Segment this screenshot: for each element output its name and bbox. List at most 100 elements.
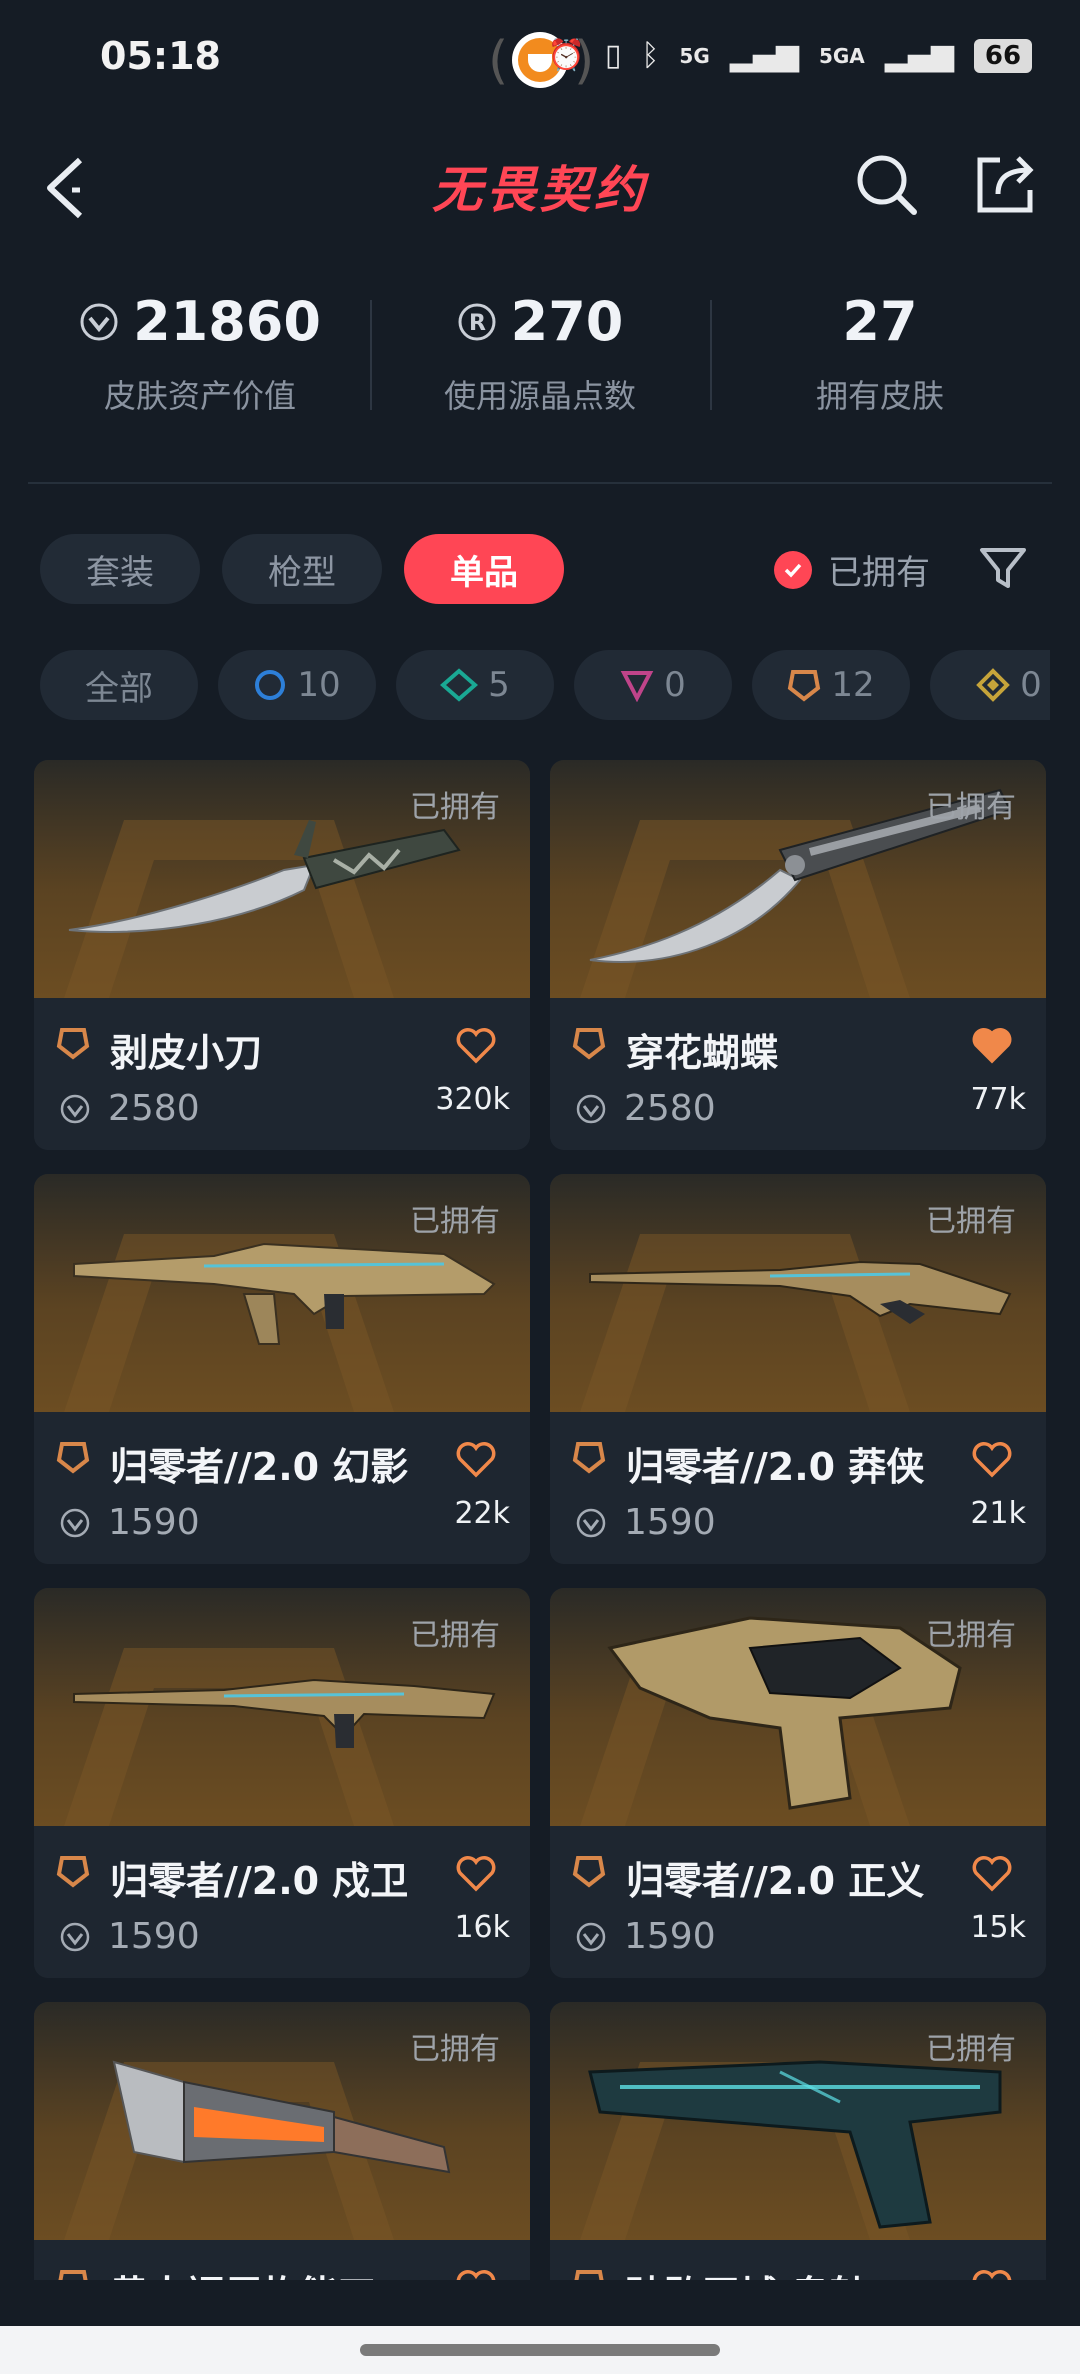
heart-icon[interactable] — [972, 2270, 1012, 2280]
bluetooth-icon: ᛒ — [641, 38, 660, 73]
chip-select-tier[interactable]: 10 — [218, 650, 376, 720]
stat-value: 270 — [510, 290, 624, 353]
skin-image: 已拥有 — [34, 760, 530, 998]
divider — [28, 482, 1052, 484]
stat-radianite: R 270 使用源晶点数 — [370, 280, 710, 430]
owned-label: 已拥有 — [410, 1204, 500, 1239]
vp-icon — [576, 1508, 606, 1538]
skin-card[interactable]: 已拥有 破败王城 鬼魅 — [550, 2002, 1046, 2280]
skin-price: 1590 — [624, 1502, 716, 1543]
check-icon — [774, 550, 812, 589]
skin-info: 穿花蝴蝶 2580 77k — [550, 998, 1046, 1150]
heart-icon[interactable] — [972, 1856, 1012, 1892]
like-count: 16k — [454, 1910, 510, 1945]
skin-card[interactable]: 已拥有 归零者//2.0 幻影 1590 22k — [34, 1174, 530, 1564]
tab-bundles[interactable]: 套装 — [40, 534, 200, 604]
exclusive-tier-icon — [574, 2270, 604, 2280]
battery-icon: 66 — [974, 38, 1032, 73]
vp-icon — [576, 1094, 606, 1124]
vibrate-icon: ▯ — [604, 38, 622, 73]
chip-all[interactable]: 全部 — [40, 650, 198, 720]
like-count: 77k — [970, 1082, 1026, 1117]
skin-image: 已拥有 — [550, 760, 1046, 998]
owned-label: 已拥有 — [926, 790, 1016, 825]
stats-summary: 21860 皮肤资产价值 R 270 使用源晶点数 27 拥有皮肤 — [30, 280, 1050, 430]
chip-count: 0 — [664, 665, 686, 705]
chip-label: 全部 — [85, 668, 153, 709]
skin-image: 已拥有 — [550, 1174, 1046, 1412]
owned-label: 已拥有 — [410, 2032, 500, 2067]
home-indicator[interactable] — [360, 2344, 720, 2356]
skin-price: 1590 — [624, 1916, 716, 1957]
skin-price: 2580 — [624, 1088, 716, 1129]
category-tabs: 套装 枪型 单品 — [40, 534, 564, 604]
signal-5ga-icon: 5GA — [818, 43, 865, 68]
skin-price: 2580 — [108, 1088, 200, 1129]
melee-image — [112, 2060, 451, 2174]
exclusive-tier-icon — [572, 1028, 606, 1060]
alarm-icon: ⏰ — [547, 38, 585, 73]
tier-filter-chips: 全部 10 5 0 12 0 — [40, 650, 1050, 720]
heart-icon[interactable] — [456, 2270, 496, 2280]
chip-count: 12 — [831, 665, 875, 705]
exclusive-tier-icon — [56, 1442, 90, 1474]
skin-image: 已拥有 — [550, 1588, 1046, 1826]
skin-name: 归零者//2.0 莽侠 — [626, 1445, 925, 1489]
vp-icon — [60, 1508, 90, 1538]
rifle-image — [73, 1678, 496, 1748]
exclusive-tier-icon — [56, 1028, 90, 1060]
vp-icon — [80, 303, 118, 340]
chip-premium-tier[interactable]: 0 — [574, 650, 732, 720]
shotgun-image — [589, 1260, 1012, 1324]
chip-deluxe-tier[interactable]: 5 — [396, 650, 554, 720]
status-time: 05:18 — [100, 34, 221, 78]
skin-info: 归零者//2.0 莽侠 1590 21k — [550, 1412, 1046, 1564]
stat-skin-value: 21860 皮肤资产价值 — [30, 280, 370, 430]
owned-filter-toggle[interactable]: 已拥有 — [774, 545, 930, 594]
vp-icon — [60, 1094, 90, 1124]
skin-card[interactable]: 已拥有 归零者//2.0 正义 1590 15k — [550, 1588, 1046, 1978]
skin-card[interactable]: 已拥有 归零者//2.0 戍卫 1590 16k — [34, 1588, 530, 1978]
stat-label: 拥有皮肤 — [815, 377, 944, 415]
stat-label: 使用源晶点数 — [443, 377, 636, 415]
tab-singles[interactable]: 单品 — [404, 534, 564, 604]
signal-bars-icon: ▂▄▆ — [729, 38, 799, 73]
share-icon[interactable] — [972, 152, 1038, 218]
skin-image: 已拥有 — [34, 1588, 530, 1826]
skin-card[interactable]: 已拥有 归零者//2.0 莽侠 1590 21k — [550, 1174, 1046, 1564]
chip-exclusive-tier[interactable]: 12 — [752, 650, 910, 720]
skin-card[interactable]: 已拥有 穿花蝴蝶 2580 77k — [550, 760, 1046, 1150]
skin-info: 归零者//2.0 幻影 1590 22k — [34, 1412, 530, 1564]
signal-bars-icon: ▂▄▆ — [884, 38, 954, 73]
chip-ultra-tier[interactable]: 0 — [930, 650, 1050, 720]
skin-name: 归零者//2.0 戍卫 — [110, 1859, 409, 1903]
radianite-icon: R — [458, 303, 496, 340]
skin-card[interactable]: 已拥有 黄大福巨炸能刀 — [34, 2002, 530, 2280]
skin-name: 穿花蝴蝶 — [626, 1031, 779, 1075]
select-tier-icon — [255, 670, 286, 700]
skin-card[interactable]: 已拥有 剥皮小刀 2580 320k — [34, 760, 530, 1150]
tab-weapon-types[interactable]: 枪型 — [222, 534, 382, 604]
heart-icon[interactable] — [456, 1856, 496, 1892]
skin-name: 黄大福巨炸能刀 — [110, 2264, 376, 2280]
heart-icon[interactable] — [456, 1442, 496, 1478]
skin-price: 1590 — [108, 1502, 200, 1543]
status-bar: 05:18 ( ) ⏰ ▯ ᛒ 5G ▂▄▆ 5GA ▂▄▆ 66 — [0, 0, 1080, 120]
exclusive-tier-icon — [572, 1856, 606, 1888]
premium-tier-icon — [620, 671, 654, 702]
vp-icon — [576, 1922, 606, 1952]
heart-icon[interactable] — [972, 1442, 1012, 1478]
skin-info: 剥皮小刀 2580 320k — [34, 998, 530, 1150]
skin-price: 1590 — [108, 1916, 200, 1957]
owned-label: 已拥有 — [410, 790, 500, 825]
filter-icon[interactable] — [978, 546, 1028, 592]
skin-info: 归零者//2.0 正义 1590 15k — [550, 1826, 1046, 1978]
vp-icon — [60, 1922, 90, 1952]
exclusive-tier-icon — [572, 1442, 606, 1474]
search-icon[interactable] — [854, 152, 920, 218]
owned-label: 已拥有 — [926, 1618, 1016, 1653]
skin-image: 已拥有 — [550, 2002, 1046, 2240]
heart-filled-icon[interactable] — [972, 1028, 1012, 1064]
heart-icon[interactable] — [456, 1028, 496, 1064]
skin-info: 归零者//2.0 戍卫 1590 16k — [34, 1826, 530, 1978]
